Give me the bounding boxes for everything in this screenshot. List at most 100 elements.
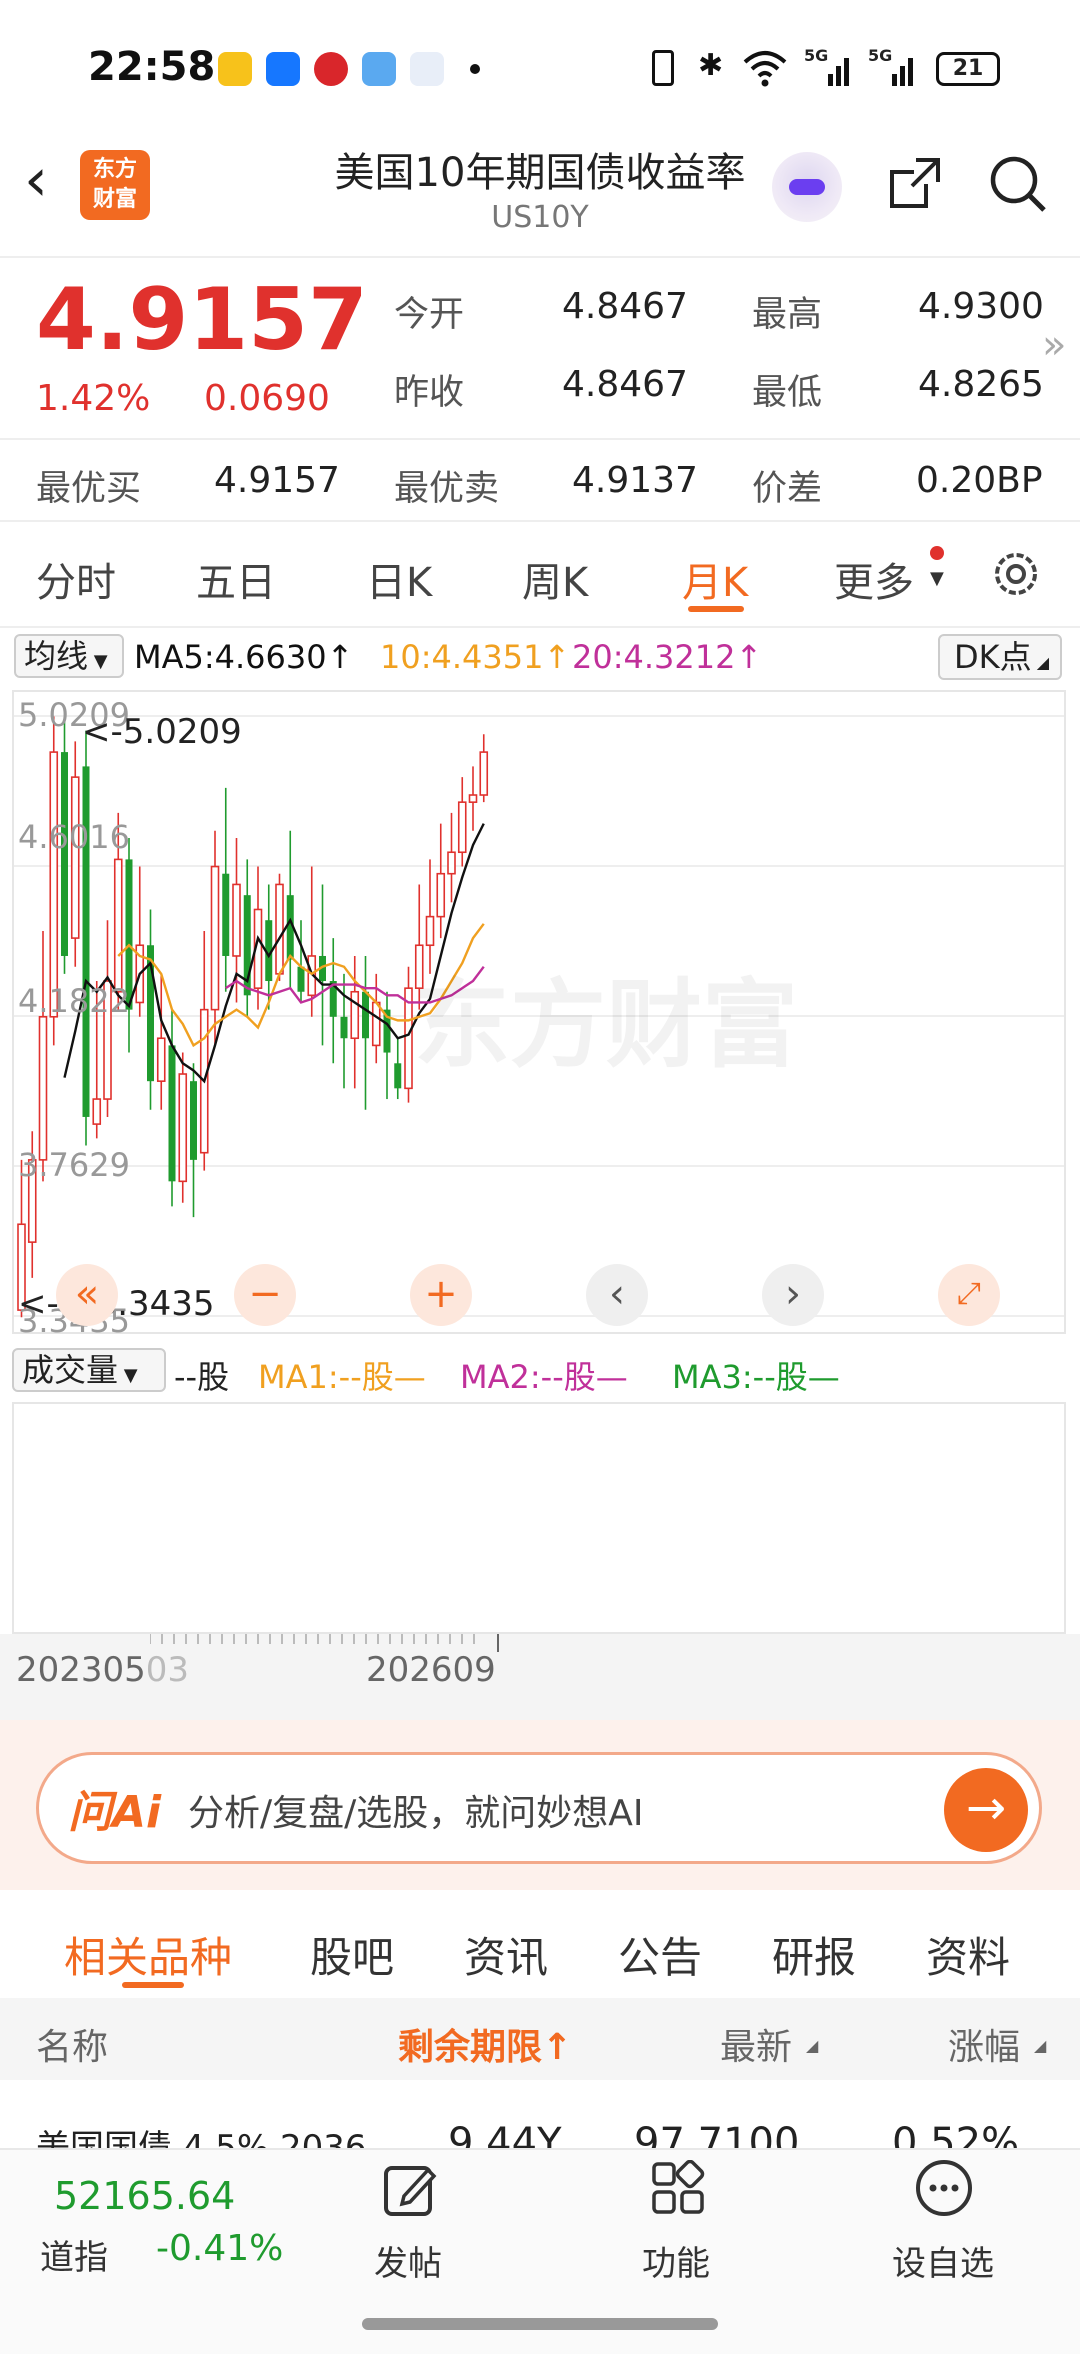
y-tick-3: 4.1822: [18, 982, 130, 1020]
x-label-start: 20230503: [16, 1650, 189, 1690]
active-info-tab-indicator: [122, 1982, 184, 1988]
functions-label[interactable]: 功能: [642, 2236, 710, 2285]
x-label-start-fade: 03: [145, 1650, 190, 1690]
tab-announcements[interactable]: 公告: [618, 1924, 702, 1985]
candle-6: [82, 730, 90, 1146]
vol-ma1: MA1:--股—: [258, 1358, 426, 1396]
candle-17: [199, 930, 209, 1171]
candle-11: [135, 866, 145, 1017]
vol-ma3: MA3:--股—: [672, 1358, 840, 1396]
tab-monthly-k[interactable]: 月K: [682, 550, 748, 608]
ma-selector-label: 均线: [24, 637, 89, 675]
change-percent: 1.42%: [36, 378, 151, 419]
candle-16: [190, 1063, 197, 1218]
candle-34: [383, 991, 391, 1100]
divider: [0, 520, 1080, 522]
arrow-right-icon[interactable]: →: [944, 1768, 1028, 1852]
ai-logo: 问Ai: [68, 1787, 162, 1838]
candle-18: [210, 830, 220, 1046]
x-label-start-text: 202305: [16, 1650, 146, 1690]
signal-label-1: 5G: [804, 46, 829, 65]
ma-selector[interactable]: 均线 ▼: [14, 634, 124, 678]
settings-gear-icon[interactable]: [988, 546, 1044, 602]
low-label: 最低: [752, 373, 823, 413]
signal-icon-1: 5G: [804, 46, 856, 88]
more-caret-icon: ▼: [930, 568, 944, 589]
candle-13: [156, 973, 166, 1110]
ma20-value: 20:4.3212↑: [572, 638, 763, 676]
prev-close-value: 4.8467: [562, 364, 688, 405]
col-name: 名称: [36, 2027, 109, 2068]
open-value: 4.8467: [562, 286, 688, 327]
tab-profile[interactable]: 资料: [926, 1924, 1010, 1985]
col-latest[interactable]: 最新: [720, 2018, 792, 2070]
dow-index-name: 道指: [40, 2238, 108, 2278]
add-watchlist-icon[interactable]: [914, 2158, 974, 2218]
post-label[interactable]: 发帖: [374, 2236, 442, 2285]
candle-25: [286, 830, 294, 989]
col-term[interactable]: 剩余期限↑: [398, 2018, 572, 2070]
tab-5day[interactable]: 五日: [196, 550, 276, 608]
candle-15: [178, 1052, 188, 1203]
post-icon[interactable]: [380, 2160, 440, 2220]
candle-27: [307, 866, 317, 1017]
volume-selector-label: 成交量: [22, 1351, 119, 1389]
home-indicator: [362, 2318, 718, 2330]
candle-26: [297, 920, 305, 1003]
zoom-out-button[interactable]: −: [234, 1264, 296, 1326]
candle-24: [275, 873, 284, 982]
dk-label: DK点: [954, 638, 1032, 676]
candle-12: [147, 909, 154, 1110]
dk-button[interactable]: DK点 ◢: [938, 634, 1062, 680]
search-icon[interactable]: [988, 154, 1048, 214]
candle-29: [329, 938, 337, 1064]
divider: [0, 438, 1080, 440]
tab-news[interactable]: 资讯: [464, 1924, 548, 1985]
volume-selector[interactable]: 成交量 ▼: [12, 1348, 166, 1392]
divider: [0, 626, 1080, 628]
step-forward-button[interactable]: ›: [762, 1264, 824, 1326]
tab-intraday[interactable]: 分时: [36, 550, 116, 608]
share-icon[interactable]: [886, 154, 944, 212]
weibo-icon: [218, 52, 252, 86]
fast-backward-button[interactable]: «: [56, 1264, 118, 1326]
volume-chart[interactable]: [12, 1402, 1066, 1634]
x-label-end: 202609: [366, 1650, 496, 1690]
tab-forum[interactable]: 股吧: [310, 1924, 394, 1985]
notification-dot: [930, 546, 944, 560]
ai-assistant-icon[interactable]: [772, 152, 842, 222]
spread-label: 价差: [752, 469, 823, 509]
ma10-value: 10:4.4351↑: [380, 638, 571, 676]
expand-arrow-icon[interactable]: »: [1042, 322, 1066, 368]
candlestick-chart[interactable]: 东方财富 5.0209 <-5.0209 4.6016 4.1822 3.762…: [12, 690, 1066, 1340]
tab-daily-k[interactable]: 日K: [366, 550, 432, 608]
bluetooth-icon: ✱: [698, 48, 724, 83]
candle-2: [38, 930, 48, 1182]
status-bar: 22:58 ✱ 5G 5G 21: [0, 0, 1080, 130]
best-ask-value: 4.9137: [572, 460, 698, 501]
alipay-icon: [266, 52, 300, 86]
candle-32: [362, 955, 369, 1110]
candle-40: [447, 812, 456, 903]
weather-icon: [362, 52, 396, 86]
candle-21: [243, 859, 251, 1017]
best-bid-label: 最优买: [36, 469, 142, 509]
candle-23: [265, 884, 273, 1010]
tab-weekly-k[interactable]: 周K: [522, 550, 588, 608]
tab-research[interactable]: 研报: [772, 1924, 856, 1985]
fullscreen-button[interactable]: ⤢: [938, 1264, 1000, 1326]
tab-more[interactable]: 更多: [834, 550, 914, 608]
status-time: 22:58: [88, 44, 216, 90]
metro-icon: [314, 52, 348, 86]
tab-related[interactable]: 相关品种: [64, 1924, 232, 1985]
dow-index-value[interactable]: 52165.64: [54, 2174, 235, 2218]
y-tick-2: 4.6016: [18, 818, 130, 856]
col-change[interactable]: 涨幅: [948, 2018, 1020, 2070]
zoom-in-button[interactable]: +: [410, 1264, 472, 1326]
candle-30: [340, 973, 348, 1089]
add-watchlist-label[interactable]: 设自选: [892, 2236, 994, 2285]
step-back-button[interactable]: ‹: [586, 1264, 648, 1326]
functions-icon[interactable]: [650, 2160, 706, 2218]
dow-index-change: -0.41%: [156, 2228, 284, 2269]
more-dot-icon: [470, 64, 480, 74]
